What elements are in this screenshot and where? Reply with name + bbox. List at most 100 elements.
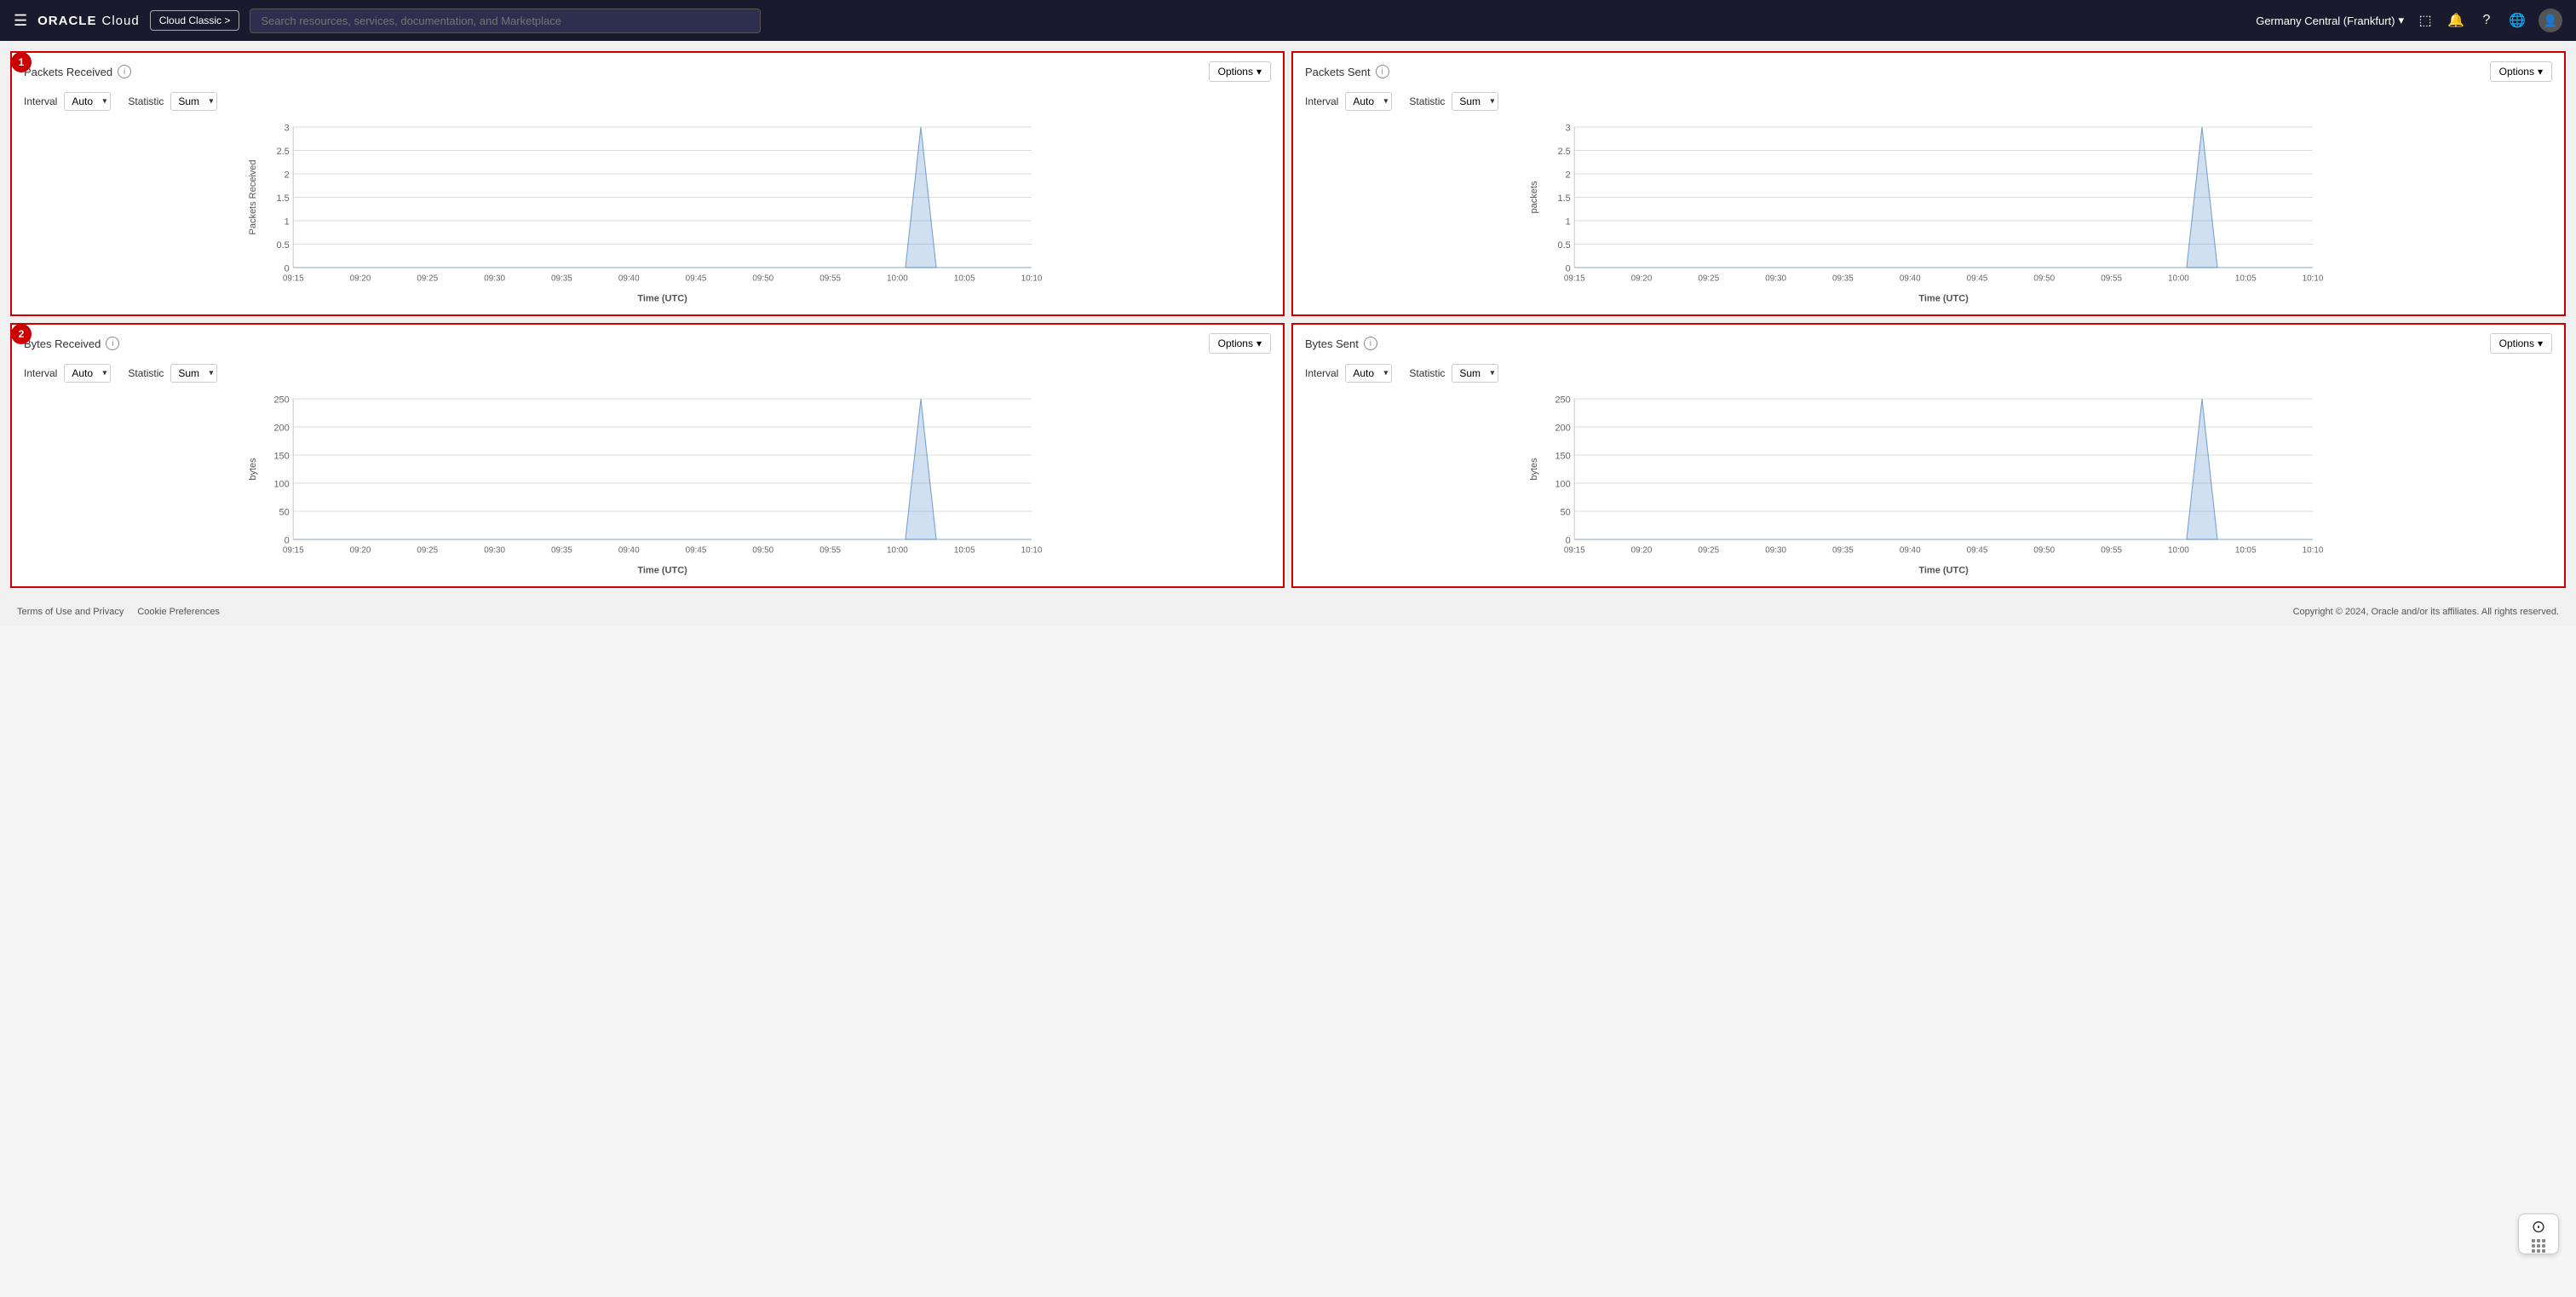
svg-text:1.5: 1.5	[1558, 193, 1571, 204]
svg-text:Packets Received: Packets Received	[248, 159, 258, 234]
chart-svg-bytes-sent: 05010015020025009:1509:2009:2509:3009:35…	[1305, 389, 2552, 577]
options-chevron-icon: ▾	[2538, 337, 2543, 349]
region-selector[interactable]: Germany Central (Frankfurt) ▾	[2256, 14, 2404, 27]
chart-area-bytes-sent: 05010015020025009:1509:2009:2509:3009:35…	[1293, 389, 2564, 586]
interval-select-packets-sent[interactable]: Auto	[1345, 92, 1392, 111]
svg-text:2: 2	[285, 170, 290, 180]
cloud-classic-button[interactable]: Cloud Classic >	[150, 10, 240, 31]
chart-panel-packets-sent: Packets Sent i Options ▾ Interval Auto S…	[1291, 51, 2566, 316]
statistic-select-packets-sent[interactable]: Sum	[1452, 92, 1498, 111]
chart-title-bytes-sent: Bytes Sent i	[1305, 337, 1377, 350]
copyright-text: Copyright © 2024, Oracle and/or its affi…	[2293, 607, 2559, 617]
interval-group-packets-received: Interval Auto	[24, 92, 111, 111]
svg-text:10:10: 10:10	[2303, 274, 2324, 283]
chart-title-packets-received: Packets Received i	[24, 65, 131, 78]
svg-text:200: 200	[273, 423, 289, 433]
svg-text:150: 150	[273, 451, 289, 461]
interval-label-packets-received: Interval	[24, 95, 57, 107]
svg-text:3: 3	[1566, 123, 1571, 133]
svg-text:150: 150	[1555, 451, 1570, 461]
bell-icon[interactable]: 🔔	[2447, 11, 2465, 30]
svg-text:packets: packets	[1529, 181, 1539, 213]
info-icon-bytes-sent[interactable]: i	[1364, 337, 1377, 350]
svg-text:09:30: 09:30	[484, 274, 505, 283]
terms-link[interactable]: Terms of Use and Privacy	[17, 607, 124, 617]
statistic-label-bytes-received: Statistic	[128, 367, 164, 379]
interval-select-bytes-received[interactable]: Auto	[64, 364, 111, 383]
header-right: Germany Central (Frankfurt) ▾ ⬚ 🔔 ? 🌐 👤	[2256, 9, 2562, 32]
svg-text:1.5: 1.5	[277, 193, 290, 204]
statistic-group-bytes-received: Statistic Sum	[128, 364, 217, 383]
hamburger-menu-icon[interactable]: ☰	[14, 12, 27, 30]
svg-text:10:05: 10:05	[954, 545, 975, 555]
help-fab-button[interactable]: ⊙	[2518, 1213, 2559, 1254]
options-chevron-icon: ▾	[1256, 337, 1262, 349]
svg-text:0: 0	[285, 263, 290, 274]
statistic-label-packets-sent: Statistic	[1409, 95, 1445, 107]
statistic-select-wrapper-packets-received: Sum	[170, 92, 217, 111]
info-icon-packets-received[interactable]: i	[118, 65, 131, 78]
dots-grid-icon	[2532, 1239, 2545, 1253]
interval-group-bytes-sent: Interval Auto	[1305, 364, 1392, 383]
interval-label-bytes-received: Interval	[24, 367, 57, 379]
options-button-bytes-received[interactable]: Options ▾	[1209, 333, 1271, 354]
statistic-select-bytes-received[interactable]: Sum	[170, 364, 217, 383]
chart-controls-packets-sent: Interval Auto Statistic Sum	[1293, 89, 2564, 118]
footer-links: Terms of Use and Privacy Cookie Preferen…	[17, 607, 220, 617]
svg-text:09:45: 09:45	[686, 545, 707, 555]
svg-text:09:35: 09:35	[551, 274, 572, 283]
statistic-label-bytes-sent: Statistic	[1409, 367, 1445, 379]
svg-text:bytes: bytes	[1529, 458, 1539, 481]
interval-label-bytes-sent: Interval	[1305, 367, 1338, 379]
interval-select-packets-received[interactable]: Auto	[64, 92, 111, 111]
lifebuoy-icon: ⊙	[2532, 1216, 2546, 1237]
options-button-packets-sent[interactable]: Options ▾	[2490, 61, 2552, 82]
chart-header-packets-received: Packets Received i Options ▾	[12, 53, 1283, 89]
svg-text:2: 2	[1566, 170, 1571, 180]
svg-text:250: 250	[1555, 395, 1570, 405]
terminal-icon[interactable]: ⬚	[2416, 11, 2435, 30]
interval-select-wrapper-bytes-received: Auto	[64, 364, 111, 383]
svg-text:09:45: 09:45	[1967, 545, 1988, 555]
svg-text:09:50: 09:50	[2033, 274, 2055, 283]
info-icon-bytes-received[interactable]: i	[106, 337, 119, 350]
region-label: Germany Central (Frankfurt)	[2256, 14, 2395, 27]
interval-select-bytes-sent[interactable]: Auto	[1345, 364, 1392, 383]
svg-text:09:50: 09:50	[752, 274, 773, 283]
svg-text:0: 0	[1566, 263, 1571, 274]
svg-text:09:45: 09:45	[686, 274, 707, 283]
options-button-packets-received[interactable]: Options ▾	[1209, 61, 1271, 82]
globe-icon[interactable]: 🌐	[2508, 11, 2527, 30]
cookie-link[interactable]: Cookie Preferences	[137, 607, 220, 617]
svg-text:200: 200	[1555, 423, 1570, 433]
svg-text:10:00: 10:00	[2168, 274, 2189, 283]
statistic-select-packets-received[interactable]: Sum	[170, 92, 217, 111]
user-avatar[interactable]: 👤	[2539, 9, 2562, 32]
svg-text:1: 1	[1566, 216, 1571, 227]
svg-text:09:30: 09:30	[1765, 545, 1786, 555]
svg-text:1: 1	[285, 216, 290, 227]
svg-text:09:45: 09:45	[1967, 274, 1988, 283]
chart-controls-packets-received: Interval Auto Statistic Sum	[12, 89, 1283, 118]
statistic-select-bytes-sent[interactable]: Sum	[1452, 364, 1498, 383]
interval-select-wrapper-packets-received: Auto	[64, 92, 111, 111]
svg-text:09:55: 09:55	[819, 545, 841, 555]
svg-text:09:35: 09:35	[1832, 545, 1854, 555]
svg-text:0.5: 0.5	[277, 240, 290, 251]
chart-title-text-packets-sent: Packets Sent	[1305, 66, 1371, 78]
svg-text:09:40: 09:40	[618, 274, 640, 283]
help-icon[interactable]: ?	[2477, 11, 2496, 30]
chart-controls-bytes-sent: Interval Auto Statistic Sum	[1293, 360, 2564, 389]
statistic-group-bytes-sent: Statistic Sum	[1409, 364, 1498, 383]
search-input[interactable]	[250, 9, 761, 33]
svg-text:09:30: 09:30	[484, 545, 505, 555]
svg-text:10:05: 10:05	[2235, 545, 2257, 555]
chart-header-packets-sent: Packets Sent i Options ▾	[1293, 53, 2564, 89]
options-button-bytes-sent[interactable]: Options ▾	[2490, 333, 2552, 354]
svg-text:0: 0	[285, 535, 290, 545]
svg-text:09:25: 09:25	[417, 274, 438, 283]
svg-text:09:20: 09:20	[350, 545, 371, 555]
svg-text:10:10: 10:10	[1021, 274, 1043, 283]
svg-text:10:00: 10:00	[887, 274, 908, 283]
info-icon-packets-sent[interactable]: i	[1376, 65, 1389, 78]
